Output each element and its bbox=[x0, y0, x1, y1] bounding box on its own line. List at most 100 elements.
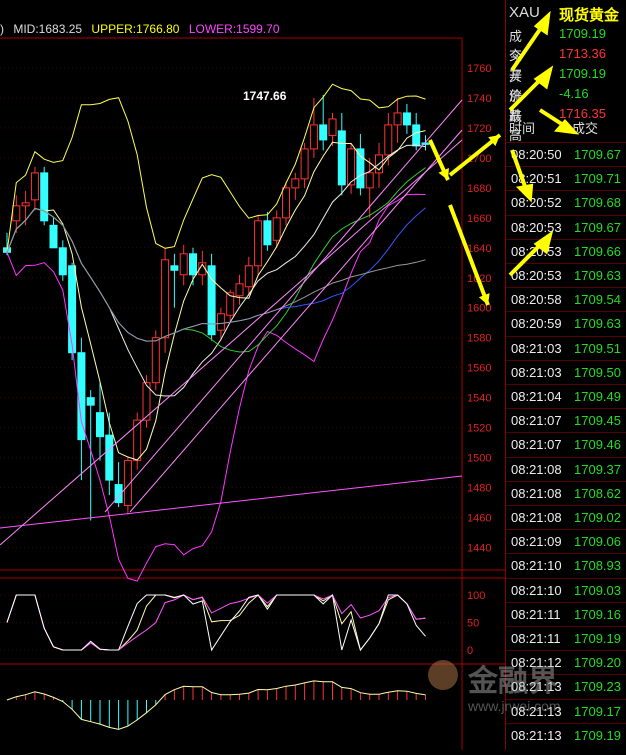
y-tick-label: 1540 bbox=[467, 393, 491, 405]
tick-time: 08:20:58 bbox=[511, 292, 562, 308]
tick-row[interactable]: 08:20:50 1709.67 bbox=[506, 142, 626, 167]
tick-row[interactable]: 08:21:13 1709.19 bbox=[506, 722, 626, 748]
symbol-label: XAU bbox=[509, 4, 540, 21]
tick-price: 1709.51 bbox=[574, 340, 621, 356]
tick-time: 08:21:10 bbox=[511, 558, 562, 574]
candle-body bbox=[319, 124, 328, 141]
tick-time: 08:21:07 bbox=[511, 413, 562, 429]
y-tick-label: 1740 bbox=[467, 93, 491, 105]
price-chart[interactable]: 1760174017201700168016601640162016001580… bbox=[0, 0, 505, 750]
candle-body bbox=[244, 265, 253, 288]
tick-price: 1708.62 bbox=[574, 485, 621, 501]
candle-body bbox=[40, 172, 49, 222]
tick-price: 1709.49 bbox=[574, 389, 621, 404]
tick-price: 1709.50 bbox=[574, 364, 621, 380]
watermark-text: 金融界 bbox=[468, 665, 558, 698]
y-tick-label: 1640 bbox=[467, 243, 491, 255]
candle-body bbox=[384, 124, 393, 156]
candle-body bbox=[421, 142, 430, 145]
tick-price: 1709.66 bbox=[574, 243, 621, 259]
tick-row[interactable]: 08:21:03 1709.50 bbox=[506, 359, 626, 385]
tick-time: 08:20:53 bbox=[511, 243, 562, 259]
tick-row[interactable]: 08:21:08 1709.37 bbox=[506, 456, 626, 482]
tick-price: 1708.93 bbox=[574, 558, 621, 574]
candle-body bbox=[21, 202, 30, 207]
candle-body bbox=[235, 283, 244, 297]
tick-price: 1709.37 bbox=[574, 461, 621, 477]
tick-row[interactable]: 08:20:51 1709.71 bbox=[506, 166, 626, 191]
tick-price: 1709.06 bbox=[574, 534, 621, 550]
tick-time: 08:21:04 bbox=[511, 389, 562, 404]
tick-row[interactable]: 08:21:09 1709.06 bbox=[506, 529, 626, 554]
tick-row[interactable]: 08:20:52 1709.68 bbox=[506, 190, 626, 215]
tick-row[interactable]: 08:21:10 1708.93 bbox=[506, 553, 626, 578]
tick-row[interactable]: 08:21:11 1709.16 bbox=[506, 601, 626, 627]
tick-row[interactable]: 08:21:04 1709.49 bbox=[506, 384, 626, 409]
tick-row[interactable]: 08:20:53 1709.63 bbox=[506, 263, 626, 288]
tick-time: 08:21:08 bbox=[511, 461, 562, 477]
tick-price: 1709.67 bbox=[574, 147, 621, 162]
tick-time: 08:21:09 bbox=[511, 534, 562, 550]
tick-row[interactable]: 08:20:53 1709.66 bbox=[506, 238, 626, 264]
candle-body bbox=[291, 178, 300, 189]
tick-time: 08:21:03 bbox=[511, 364, 562, 380]
tick-price: 1709.63 bbox=[574, 316, 621, 332]
high-annotation: 1747.66 bbox=[243, 89, 287, 103]
tick-time: 08:21:10 bbox=[511, 582, 562, 598]
tick-price: 1709.67 bbox=[574, 219, 621, 235]
macd-line bbox=[6, 680, 426, 730]
candle-body bbox=[309, 124, 318, 150]
tick-price: 1709.68 bbox=[574, 195, 621, 211]
quote-value: 1713.36 bbox=[559, 46, 606, 61]
candle-body bbox=[412, 124, 421, 147]
y-tick-label: 1460 bbox=[467, 513, 491, 525]
tick-time: 08:20:53 bbox=[511, 268, 562, 283]
tick-row[interactable]: 08:21:07 1709.46 bbox=[506, 432, 626, 457]
tick-row[interactable]: 08:21:10 1709.03 bbox=[506, 577, 626, 603]
tick-row[interactable]: 08:21:08 1708.62 bbox=[506, 480, 626, 506]
candle-body bbox=[300, 148, 309, 180]
tick-row[interactable]: 08:20:59 1709.63 bbox=[506, 311, 626, 336]
candle-body bbox=[96, 412, 104, 438]
y-tick-label: 1660 bbox=[467, 213, 491, 225]
tick-time: 08:21:11 bbox=[511, 606, 561, 622]
tick-time: 08:20:59 bbox=[511, 316, 562, 332]
candle-body bbox=[161, 259, 170, 339]
tick-price: 1709.02 bbox=[574, 510, 621, 525]
candle-body bbox=[216, 313, 225, 331]
trend-line bbox=[104, 99, 463, 513]
candle-body bbox=[356, 148, 365, 189]
tick-price: 1709.19 bbox=[574, 727, 621, 743]
legend-lower: LOWER:1599.70 bbox=[188, 22, 280, 36]
tick-row[interactable]: 08:20:58 1709.54 bbox=[506, 287, 626, 312]
tick-row[interactable]: 08:21:11 1709.19 bbox=[506, 626, 626, 651]
tick-time: 08:21:11 bbox=[511, 631, 561, 646]
legend-lead: ) bbox=[0, 22, 4, 36]
col-time-header: 时间 bbox=[509, 121, 536, 136]
candle-body bbox=[282, 187, 290, 219]
tick-price: 1709.45 bbox=[574, 413, 621, 429]
tick-price: 1709.63 bbox=[574, 268, 621, 283]
tick-time: 08:20:51 bbox=[511, 171, 562, 187]
candle-body bbox=[68, 265, 77, 354]
y-tick-label: 1580 bbox=[467, 333, 491, 345]
candle-body bbox=[49, 224, 58, 249]
tick-row[interactable]: 08:20:53 1709.67 bbox=[506, 214, 626, 240]
y-tick-label: 1720 bbox=[467, 123, 491, 135]
tick-row[interactable]: 08:21:08 1709.02 bbox=[506, 505, 626, 530]
candle-body bbox=[254, 220, 263, 267]
candle-body bbox=[272, 217, 281, 241]
candle-body bbox=[86, 397, 95, 406]
candle-body bbox=[337, 130, 346, 186]
osc-tick-label: 50 bbox=[467, 618, 479, 630]
tick-time: 08:20:52 bbox=[511, 195, 562, 211]
quote-value: 1709.19 bbox=[559, 26, 606, 41]
osc-tick-label: 100 bbox=[467, 590, 485, 602]
candle-body bbox=[105, 434, 114, 481]
instrument-name: 现货黄金 bbox=[559, 7, 620, 24]
bollinger-legend: ) MID:1683.25 UPPER:1766.80 LOWER:1599.7… bbox=[0, 22, 286, 36]
tick-row[interactable]: 08:21:07 1709.45 bbox=[506, 408, 626, 433]
tick-row[interactable]: 08:21:03 1709.51 bbox=[506, 335, 626, 361]
quote-value: 1709.19 bbox=[559, 66, 606, 81]
candle-body bbox=[77, 352, 86, 441]
